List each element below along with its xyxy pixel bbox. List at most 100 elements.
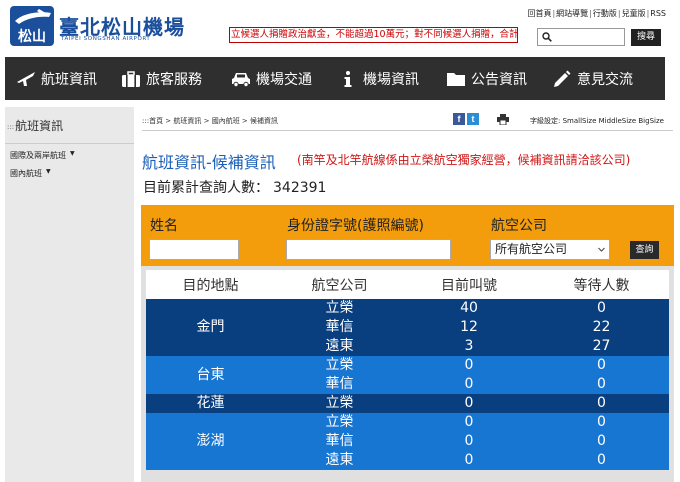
separator: | xyxy=(646,9,650,18)
toplink-home[interactable]: 回首頁 xyxy=(527,9,551,18)
query-button[interactable]: 查詢 xyxy=(630,241,659,259)
font-size-middle[interactable]: MiddleSize xyxy=(599,117,637,125)
toplink-kids[interactable]: 兒童版 xyxy=(622,9,646,18)
airline-select-value: 所有航空公司 xyxy=(495,242,568,256)
search-input[interactable] xyxy=(556,30,622,44)
nav-item-transportation[interactable]: 機場交通 xyxy=(231,57,312,100)
airline-label: 航空公司 xyxy=(491,218,547,234)
id-input[interactable] xyxy=(286,239,451,260)
sidebar-title: :::航班資訊 xyxy=(5,117,134,134)
nav-item-announcements[interactable]: 公告資訊 xyxy=(446,57,527,100)
toplink-mobile[interactable]: 行動版 xyxy=(593,9,617,18)
waiting-count-cell: 0 xyxy=(534,413,669,432)
search-button[interactable]: 搜尋 xyxy=(631,29,661,46)
sidebar-item-label: 國內航班 xyxy=(10,169,42,178)
page-title: 航班資訊-候補資訊 xyxy=(142,153,276,172)
news-marquee[interactable]: 立候選人捐贈政治獻金，不能超過10萬元；對不同候選人捐贈，合計不 xyxy=(229,27,518,43)
sidebar: :::航班資訊 國際及兩岸航班 ▼ 國內航班 ▼ xyxy=(5,107,134,482)
airline-cell: 遠東 xyxy=(275,337,404,356)
toplink-sitemap[interactable]: 網站導覽 xyxy=(556,9,588,18)
airline-cell: 立榮 xyxy=(275,299,404,318)
divider xyxy=(5,143,134,144)
column-header-destination: 目的地點 xyxy=(146,270,275,299)
waiting-count-cell: 0 xyxy=(534,356,669,375)
print-icon[interactable] xyxy=(497,114,509,125)
logo-subtitle: TAIPEI SONGSHAN AIRPORT xyxy=(61,36,151,42)
name-input[interactable] xyxy=(149,239,239,260)
current-number-cell: 0 xyxy=(404,375,534,394)
sidebar-item-label: 國際及兩岸航班 xyxy=(10,151,66,160)
nav-item-airport-info[interactable]: 機場資訊 xyxy=(338,57,419,100)
social-share: f t xyxy=(453,113,481,125)
table-row: 金門 立榮 40 0 xyxy=(146,299,669,356)
car-icon xyxy=(231,70,251,88)
airline-cell: 華信 xyxy=(275,318,404,337)
svg-text:松山: 松山 xyxy=(18,28,46,45)
standby-table-panel: 目的地點 航空公司 目前叫號 等待人數 金門 立榮 40 0 華信 12 22 … xyxy=(141,266,674,482)
current-number-cell: 12 xyxy=(404,318,534,337)
top-links: 回首頁|網站導覽|行動版|兒童版|RSS xyxy=(527,8,666,19)
nav-item-passenger-services[interactable]: 旅客服務 xyxy=(121,57,202,100)
folder-icon xyxy=(446,70,466,88)
current-number-cell: 0 xyxy=(404,413,534,432)
breadcrumb[interactable]: :::首頁 > 航班資訊 > 國內航班 > 候補資訊 xyxy=(142,116,278,126)
separator: | xyxy=(552,9,556,18)
dots-icon: ::: xyxy=(7,122,15,131)
waiting-count-cell: 0 xyxy=(534,394,669,413)
font-size-small[interactable]: SmallSize xyxy=(563,117,597,125)
column-header-current-number: 目前叫號 xyxy=(404,270,534,299)
airport-logo-icon: 松山 xyxy=(10,6,54,46)
waiting-count-cell: 0 xyxy=(534,375,669,394)
divider xyxy=(142,130,673,131)
table-row: 澎湖 立榮 0 0 xyxy=(146,413,669,470)
airline-select[interactable]: 所有航空公司 xyxy=(490,239,610,260)
destination-cell: 澎湖 xyxy=(146,413,275,470)
airline-cell: 華信 xyxy=(275,432,404,451)
sidebar-title-text: 航班資訊 xyxy=(15,119,64,133)
search-box xyxy=(537,28,625,46)
destination-cell: 花蓮 xyxy=(146,394,275,413)
nav-label: 旅客服務 xyxy=(146,71,202,88)
nav-item-flight-info[interactable]: 航班資訊 xyxy=(16,57,97,100)
toplink-rss[interactable]: RSS xyxy=(650,9,666,18)
nav-item-feedback[interactable]: 意見交流 xyxy=(552,57,633,100)
current-number-cell: 0 xyxy=(404,451,534,470)
table-row: 花蓮 立榮 0 0 xyxy=(146,394,669,413)
table-header-row: 目的地點 航空公司 目前叫號 等待人數 xyxy=(146,270,669,299)
twitter-icon[interactable]: t xyxy=(467,113,479,125)
destination-cell: 金門 xyxy=(146,299,275,356)
chevron-down-icon xyxy=(598,247,605,252)
facebook-icon[interactable]: f xyxy=(453,113,465,125)
sidebar-item-domestic[interactable]: 國內航班 ▼ xyxy=(10,168,51,179)
info-icon xyxy=(338,70,358,88)
waiting-count-cell: 27 xyxy=(534,337,669,356)
current-number-cell: 0 xyxy=(404,394,534,413)
font-size-big[interactable]: BigSize xyxy=(638,117,664,125)
caret-down-icon: ▼ xyxy=(46,168,51,175)
current-number-cell: 40 xyxy=(404,299,534,318)
search-form: 姓名 身份證字號(護照編號) 航空公司 所有航空公司 查詢 xyxy=(141,205,674,266)
font-size-setting: 字級設定: SmallSize MiddleSize BigSize xyxy=(530,116,664,126)
search-icon xyxy=(542,32,552,42)
airline-cell: 遠東 xyxy=(275,451,404,470)
airplane-icon xyxy=(16,70,36,88)
query-count: 目前累計查詢人數： 342391 xyxy=(143,177,326,197)
sidebar-item-international[interactable]: 國際及兩岸航班 ▼ xyxy=(10,150,75,161)
nav-label: 航班資訊 xyxy=(41,71,97,88)
waiting-count-cell: 22 xyxy=(534,318,669,337)
airline-cell: 立榮 xyxy=(275,356,404,375)
separator: | xyxy=(617,9,621,18)
nav-label: 機場資訊 xyxy=(363,71,419,88)
nav-label: 公告資訊 xyxy=(471,71,527,88)
waiting-count-cell: 0 xyxy=(534,432,669,451)
waiting-count-cell: 0 xyxy=(534,299,669,318)
query-count-label: 目前累計查詢人數： xyxy=(143,180,269,196)
page-note: (南竿及北竿航線係由立榮航空獨家經營，候補資訊請洽該公司) xyxy=(297,153,631,167)
current-number-cell: 3 xyxy=(404,337,534,356)
site-logo[interactable]: 松山 臺北松山機場 TAIPEI SONGSHAN AIRPORT xyxy=(9,5,189,49)
current-number-cell: 0 xyxy=(404,356,534,375)
pencil-icon xyxy=(552,70,572,88)
site-header: 松山 臺北松山機場 TAIPEI SONGSHAN AIRPORT 立候選人捐贈… xyxy=(0,0,680,56)
id-label: 身份證字號(護照編號) xyxy=(287,218,424,234)
nav-label: 意見交流 xyxy=(577,71,633,88)
